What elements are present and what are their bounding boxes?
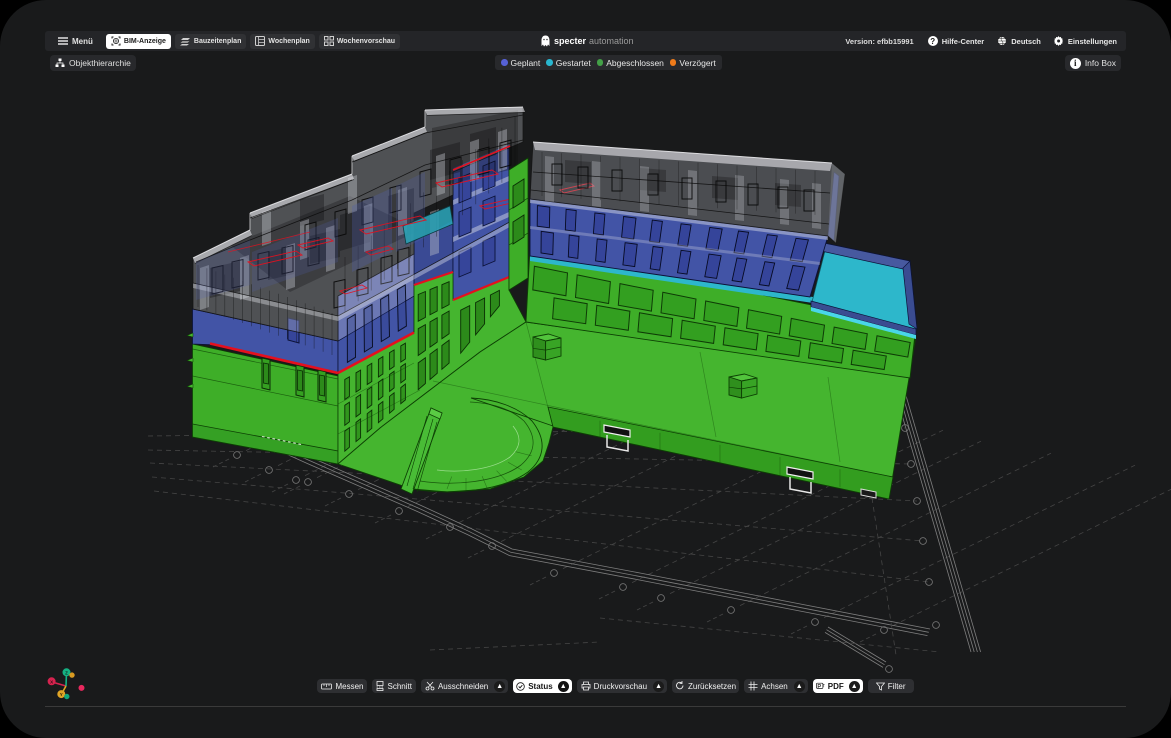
svg-text:Z: Z bbox=[65, 670, 68, 675]
